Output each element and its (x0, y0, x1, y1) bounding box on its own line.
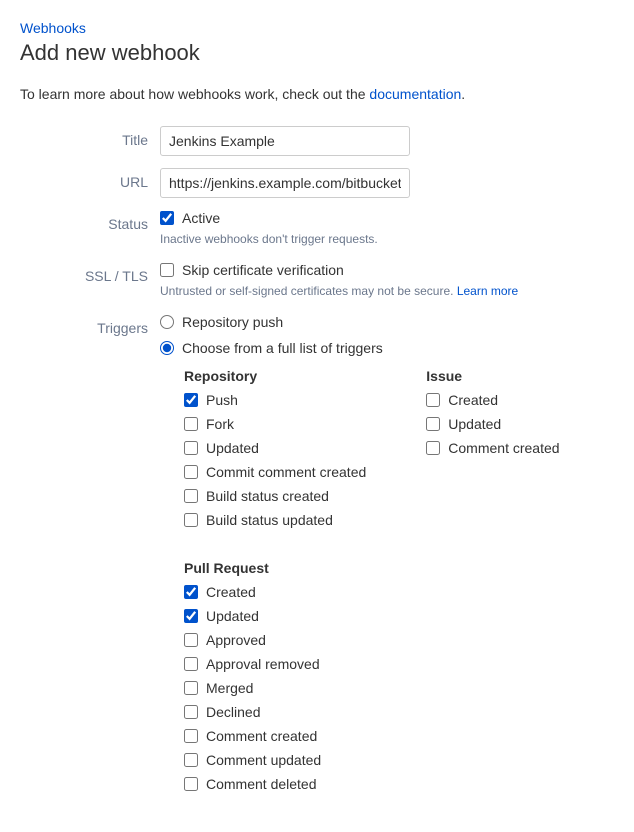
url-input[interactable] (160, 168, 410, 198)
status-active-label: Active (182, 210, 220, 226)
repository-trigger-checkbox[interactable] (184, 417, 198, 431)
issue-trigger-column: Issue Created Updated Comment created (426, 368, 606, 536)
pull-request-trigger-item: Merged (184, 680, 614, 696)
documentation-link[interactable]: documentation (369, 86, 461, 102)
breadcrumb-webhooks[interactable]: Webhooks (20, 20, 614, 36)
repository-trigger-item: Build status created (184, 488, 366, 504)
pull-request-trigger-item: Comment deleted (184, 776, 614, 792)
pull-request-trigger-checkbox[interactable] (184, 633, 198, 647)
pull-request-trigger-checkbox[interactable] (184, 777, 198, 791)
ssl-hint: Untrusted or self-signed certificates ma… (160, 284, 614, 298)
pull-request-trigger-checkbox[interactable] (184, 681, 198, 695)
ssl-skip-checkbox[interactable] (160, 263, 174, 277)
title-label: Title (20, 126, 160, 148)
issue-trigger-label: Created (448, 392, 498, 408)
triggers-repo-push-radio[interactable] (160, 315, 174, 329)
pull-request-trigger-label: Comment updated (206, 752, 321, 768)
pull-request-trigger-label: Updated (206, 608, 259, 624)
pull-request-trigger-label: Merged (206, 680, 253, 696)
repository-trigger-label: Push (206, 392, 238, 408)
url-label: URL (20, 168, 160, 190)
description-text: To learn more about how webhooks work, c… (20, 86, 369, 102)
ssl-label: SSL / TLS (20, 262, 160, 284)
pull-request-group-title: Pull Request (184, 560, 614, 576)
triggers-label: Triggers (20, 314, 160, 336)
triggers-repo-push-label: Repository push (182, 314, 283, 330)
pull-request-trigger-item: Created (184, 584, 614, 600)
pull-request-trigger-item: Approved (184, 632, 614, 648)
repository-trigger-item: Fork (184, 416, 366, 432)
repository-trigger-checkbox[interactable] (184, 441, 198, 455)
ssl-skip-label: Skip certificate verification (182, 262, 344, 278)
issue-trigger-checkbox[interactable] (426, 393, 440, 407)
pull-request-trigger-item: Approval removed (184, 656, 614, 672)
repository-trigger-column: Repository Push Fork Updated Commit comment… (184, 368, 366, 536)
ssl-hint-text: Untrusted or self-signed certificates ma… (160, 284, 457, 298)
description-suffix: . (461, 86, 465, 102)
issue-trigger-label: Updated (448, 416, 501, 432)
repository-trigger-checkbox[interactable] (184, 489, 198, 503)
pull-request-trigger-checkbox[interactable] (184, 705, 198, 719)
pull-request-trigger-checkbox[interactable] (184, 657, 198, 671)
issue-trigger-item: Comment created (426, 440, 606, 456)
issue-group-title: Issue (426, 368, 606, 384)
repository-group-title: Repository (184, 368, 366, 384)
pull-request-trigger-item: Comment updated (184, 752, 614, 768)
pull-request-trigger-column: Pull Request Created Updated Approved Appro… (184, 560, 614, 792)
pull-request-trigger-checkbox[interactable] (184, 729, 198, 743)
repository-trigger-label: Build status updated (206, 512, 333, 528)
pull-request-trigger-checkbox[interactable] (184, 585, 198, 599)
status-label: Status (20, 210, 160, 232)
repository-trigger-label: Fork (206, 416, 234, 432)
pull-request-trigger-label: Comment created (206, 728, 317, 744)
triggers-full-list-radio[interactable] (160, 341, 174, 355)
triggers-panel: Repository Push Fork Updated Commit comment… (184, 368, 614, 792)
repository-trigger-item: Updated (184, 440, 366, 456)
pull-request-trigger-label: Created (206, 584, 256, 600)
pull-request-trigger-label: Approval removed (206, 656, 320, 672)
page-title: Add new webhook (20, 40, 614, 66)
repository-trigger-label: Commit comment created (206, 464, 366, 480)
repository-trigger-label: Updated (206, 440, 259, 456)
status-hint: Inactive webhooks don't trigger requests… (160, 232, 614, 246)
title-input[interactable] (160, 126, 410, 156)
repository-trigger-item: Push (184, 392, 366, 408)
issue-trigger-item: Created (426, 392, 606, 408)
issue-trigger-label: Comment created (448, 440, 559, 456)
description: To learn more about how webhooks work, c… (20, 86, 614, 102)
pull-request-trigger-item: Declined (184, 704, 614, 720)
pull-request-trigger-checkbox[interactable] (184, 609, 198, 623)
issue-trigger-checkbox[interactable] (426, 417, 440, 431)
pull-request-trigger-item: Updated (184, 608, 614, 624)
pull-request-trigger-label: Approved (206, 632, 266, 648)
pull-request-trigger-checkbox[interactable] (184, 753, 198, 767)
issue-trigger-checkbox[interactable] (426, 441, 440, 455)
pull-request-trigger-item: Comment created (184, 728, 614, 744)
repository-trigger-checkbox[interactable] (184, 465, 198, 479)
repository-trigger-label: Build status created (206, 488, 329, 504)
pull-request-trigger-label: Comment deleted (206, 776, 317, 792)
triggers-full-list-label: Choose from a full list of triggers (182, 340, 383, 356)
repository-trigger-item: Commit comment created (184, 464, 366, 480)
repository-trigger-item: Build status updated (184, 512, 366, 528)
repository-trigger-checkbox[interactable] (184, 513, 198, 527)
pull-request-trigger-label: Declined (206, 704, 260, 720)
status-active-checkbox[interactable] (160, 211, 174, 225)
repository-trigger-checkbox[interactable] (184, 393, 198, 407)
ssl-learn-more-link[interactable]: Learn more (457, 284, 518, 298)
issue-trigger-item: Updated (426, 416, 606, 432)
